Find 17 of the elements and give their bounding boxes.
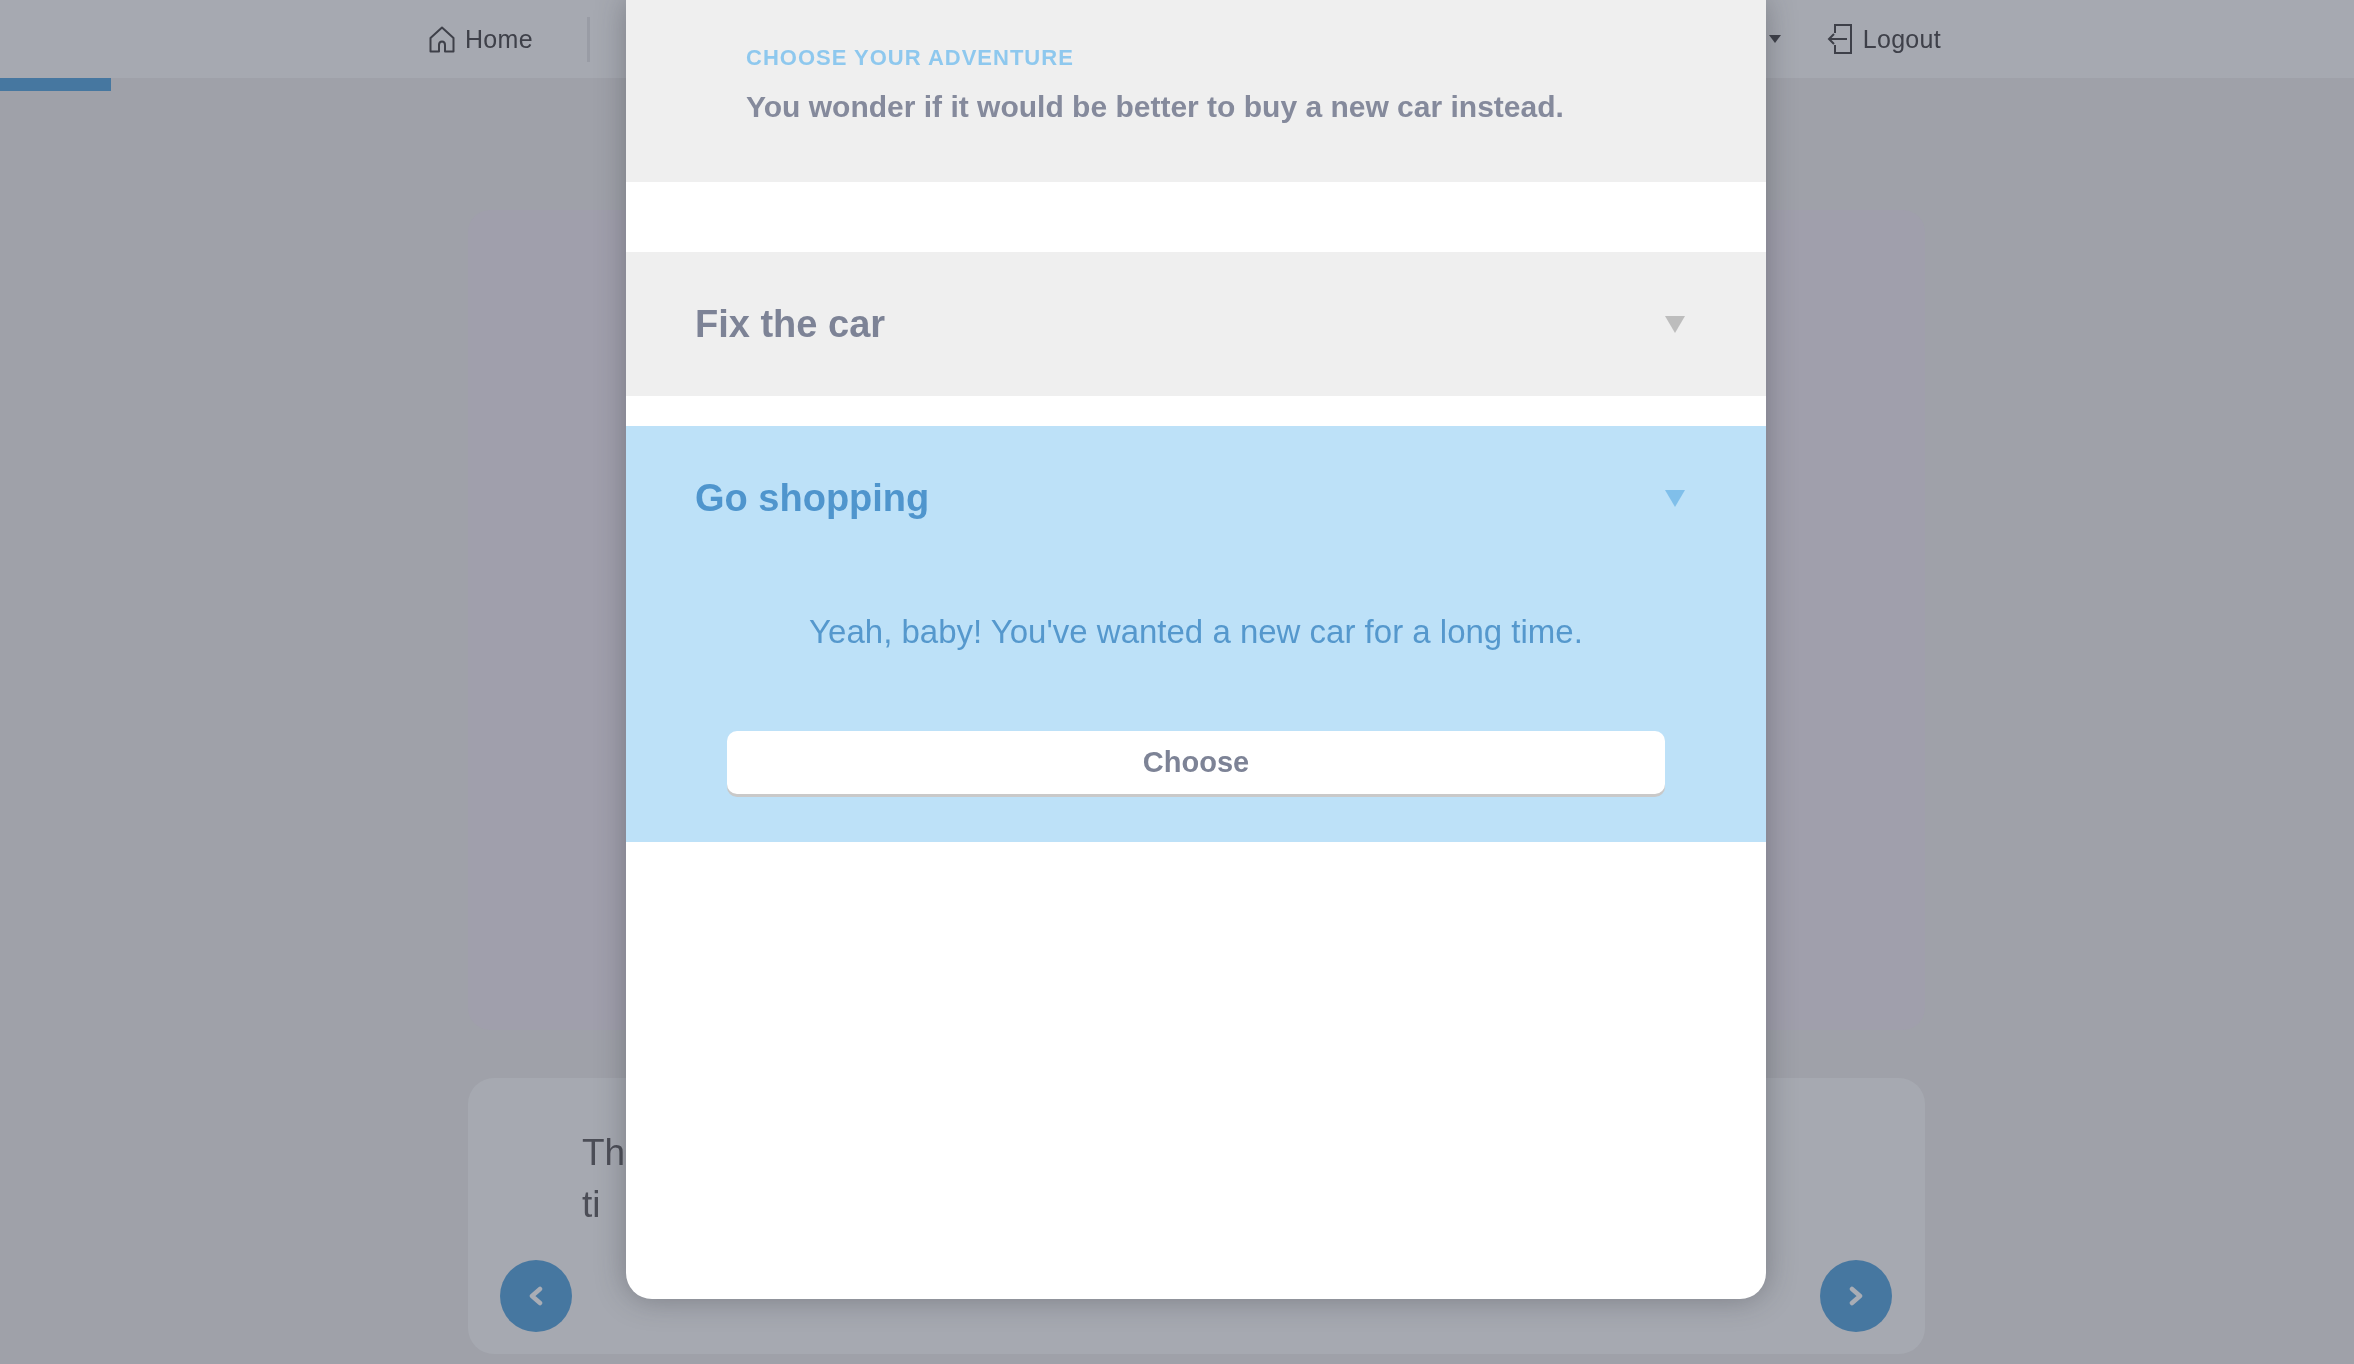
home-icon [429,25,455,53]
dialog-prompt: You wonder if it would be better to buy a new car instead. [746,89,1564,125]
option-description: Yeah, baby! You've wanted a new car for a long time. [809,612,1583,652]
story-text: Th [582,1131,626,1175]
caret-icon[interactable] [1768,35,1781,43]
triangle-icon [1665,315,1685,333]
choose-button[interactable]: Choose [727,731,1665,794]
home-link[interactable]: Home [429,24,533,54]
chevron-right-icon [1849,1286,1863,1306]
accordion-toggle[interactable]: Fix the car [626,252,1766,396]
accordion-toggle[interactable]: Go shopping [626,426,1766,570]
logout-link[interactable]: Logout [1826,24,1941,54]
dialog-eyebrow: CHOOSE YOUR ADVENTURE [746,45,1074,71]
triangle-icon [1665,489,1685,507]
exit-icon [1826,24,1852,54]
story-text: ti [582,1183,601,1227]
chevron-left-icon [529,1286,543,1306]
